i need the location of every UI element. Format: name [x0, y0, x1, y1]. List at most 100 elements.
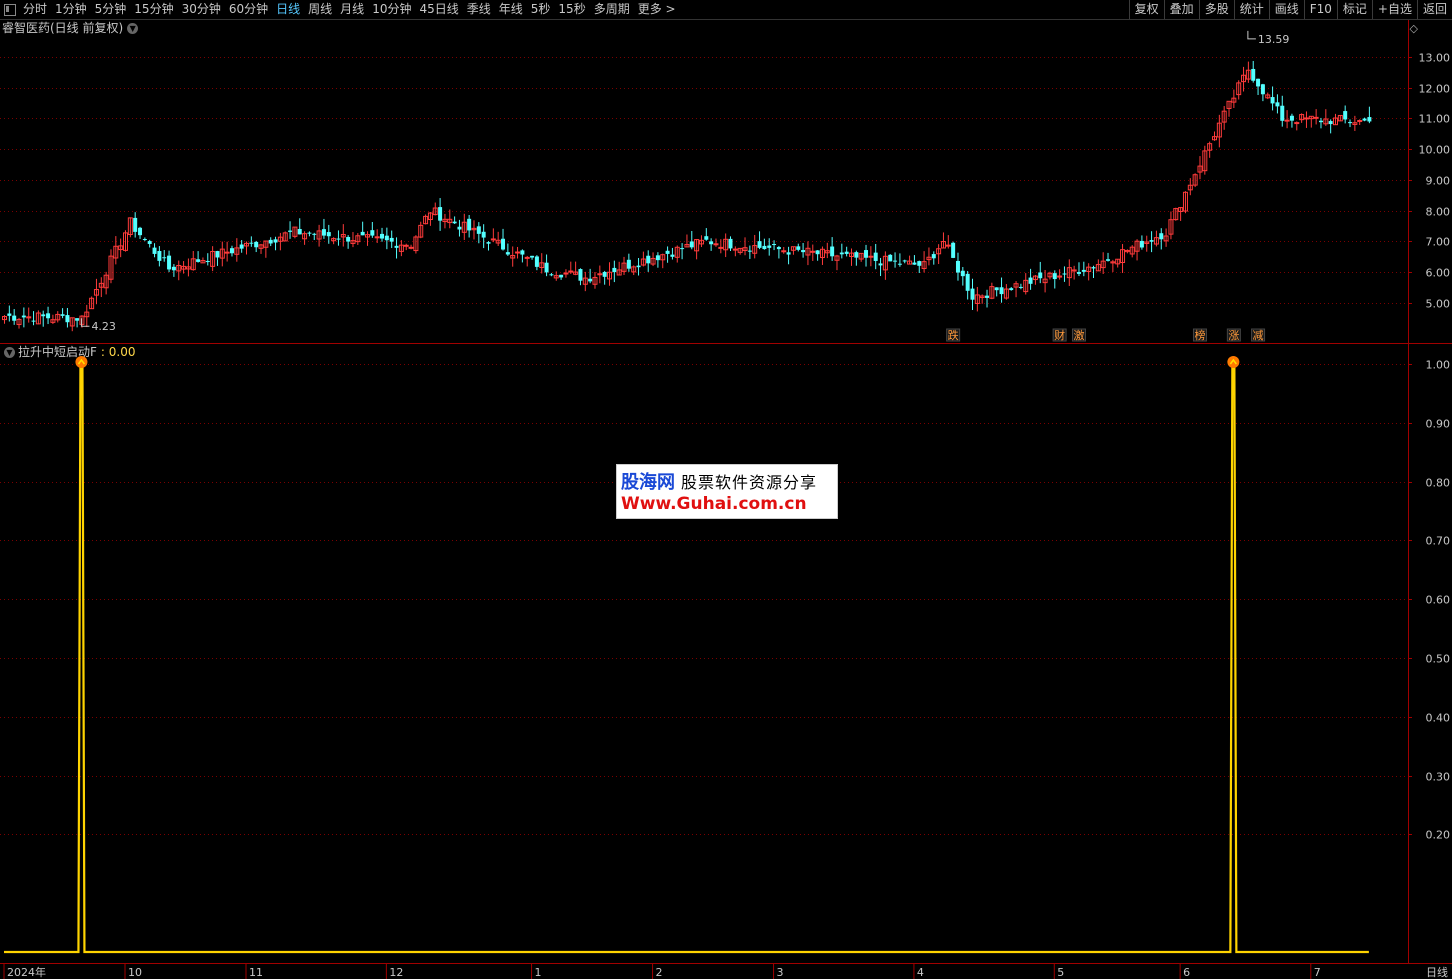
- candle-body-down: [680, 248, 685, 250]
- x-tick-label: 6: [1183, 966, 1190, 979]
- candle-body-down: [1318, 120, 1323, 123]
- candle-body-down: [1343, 111, 1348, 120]
- candle-body-down: [41, 314, 46, 317]
- watermark-logo: 股海网: [621, 472, 675, 493]
- main-y-tick-label: 6.00: [1426, 267, 1451, 280]
- candle-body-down: [167, 255, 172, 270]
- candle-body-down: [1038, 272, 1043, 279]
- candle-body-down: [772, 244, 777, 246]
- candle-body-down: [1081, 269, 1086, 272]
- event-label: 涨: [1228, 329, 1239, 342]
- candle-body-up: [515, 251, 521, 254]
- candle-body-down: [955, 260, 960, 273]
- indicator-y-tick-label: 0.40: [1426, 712, 1451, 725]
- candle-body-down: [670, 254, 675, 257]
- candle-body-down: [728, 238, 733, 249]
- candle-body-down: [704, 236, 709, 240]
- candle-body-down: [215, 251, 220, 258]
- candle-body-up: [713, 243, 719, 246]
- candle-body-down: [520, 250, 525, 255]
- candle-body-down: [346, 236, 351, 242]
- candle-body-down: [1076, 272, 1081, 274]
- candle-body-down: [457, 226, 462, 230]
- candle-body-down: [370, 230, 375, 236]
- indicator-y-tick-label: 0.90: [1426, 418, 1451, 431]
- candle-body-down: [380, 233, 385, 239]
- candle-body-down: [505, 252, 510, 255]
- candle-body-up: [374, 236, 380, 239]
- candle-body-down: [438, 207, 443, 221]
- candle-body-up: [597, 273, 603, 276]
- event-label: 减: [1253, 329, 1264, 342]
- main-y-tick-label: 5.00: [1426, 298, 1451, 311]
- period-label: 日线: [1426, 965, 1448, 979]
- candle-body-down: [801, 250, 806, 253]
- candle-body-down: [830, 246, 835, 257]
- candle-body-down: [336, 238, 341, 240]
- candle-body-up: [563, 272, 569, 275]
- candle-body-up: [718, 246, 724, 249]
- candle-body-down: [1009, 288, 1014, 291]
- event-label: 财: [1054, 328, 1065, 342]
- candle-body-down: [1348, 122, 1353, 124]
- candle-body-up: [781, 250, 787, 253]
- candle-body-down: [288, 230, 293, 232]
- event-label: 榜: [1194, 328, 1205, 342]
- candle-body-down: [481, 231, 486, 238]
- candle-body-down: [602, 271, 607, 277]
- annotation-pointer: [1247, 30, 1256, 40]
- candle-body-down: [796, 246, 801, 250]
- candle-body-down: [1256, 78, 1261, 87]
- indicator-y-tick-label: 0.80: [1426, 477, 1451, 490]
- candle-body-down: [1367, 117, 1372, 122]
- candle-body-down: [965, 273, 970, 291]
- candle-body-down: [239, 244, 244, 249]
- x-tick-label: 12: [389, 966, 403, 979]
- watermark-url: Www.Guhai.com.cn: [621, 494, 807, 514]
- candle-body-down: [229, 248, 234, 254]
- candle-body-down: [985, 295, 990, 298]
- candle-body-down: [873, 252, 878, 261]
- candle-body-up: [403, 244, 409, 247]
- candle-body-up: [1303, 117, 1309, 120]
- x-tick-label: 5: [1057, 966, 1064, 979]
- main-y-tick-label: 13.00: [1419, 52, 1451, 65]
- candle-body-down: [1280, 105, 1285, 121]
- candle-body-down: [196, 259, 201, 262]
- candle-body-down: [951, 242, 956, 258]
- candle-body-down: [888, 254, 893, 262]
- candle-body-down: [970, 288, 975, 300]
- x-tick-label: 7: [1314, 966, 1321, 979]
- candle-body-down: [326, 232, 331, 237]
- candle-body-down: [307, 232, 312, 234]
- candle-body-down: [994, 287, 999, 291]
- signal-marker: [1227, 356, 1240, 368]
- candle-body-down: [297, 228, 302, 235]
- candle-body-down: [960, 270, 965, 277]
- candle-body-down: [46, 313, 51, 319]
- candle-body-down: [757, 241, 762, 248]
- main-y-tick-label: 10.00: [1419, 144, 1451, 157]
- candle-body-down: [864, 250, 869, 258]
- candle-body-down: [612, 267, 617, 273]
- candle-body-up: [1313, 116, 1319, 119]
- candle-body-down: [646, 255, 651, 264]
- main-y-tick-label: 11.00: [1419, 113, 1451, 126]
- candle-body-down: [1275, 102, 1280, 107]
- candle-body-up: [408, 246, 414, 249]
- candle-body-down: [1139, 240, 1144, 248]
- candle-body-down: [689, 241, 694, 248]
- candle-body-down: [747, 250, 752, 252]
- watermark-subtitle: 股票软件资源分享: [681, 473, 818, 492]
- indicator-y-tick-label: 1.00: [1426, 359, 1451, 372]
- candle-body-up: [568, 270, 574, 273]
- candle-body-down: [1091, 267, 1096, 269]
- indicator-y-tick-label: 0.70: [1426, 535, 1451, 548]
- candle-body-down: [1018, 286, 1023, 288]
- candle-body-down: [767, 245, 772, 248]
- candle-body-down: [762, 245, 767, 250]
- candle-body-down: [854, 252, 859, 258]
- event-label: 激: [1073, 328, 1084, 342]
- candle-body-down: [534, 256, 539, 267]
- candle-body-down: [844, 251, 849, 254]
